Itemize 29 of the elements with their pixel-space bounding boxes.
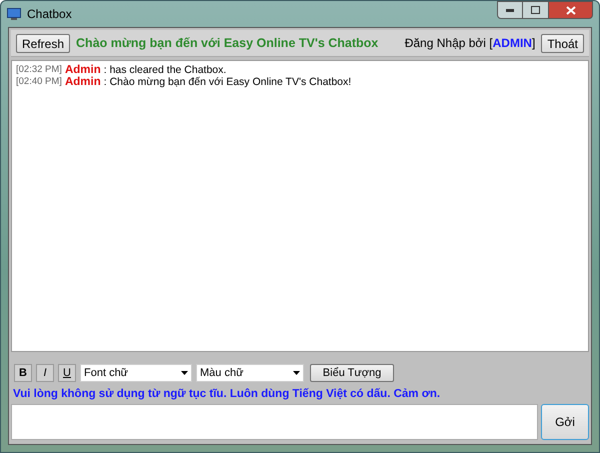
message-time: [02:40 PM] (16, 76, 62, 88)
message-user: Admin (64, 76, 101, 88)
close-icon (566, 6, 576, 14)
logout-button[interactable]: Thoát (541, 34, 584, 52)
maximize-button[interactable] (523, 1, 549, 19)
message-text: : has cleared the Chatbox. (104, 64, 226, 76)
dropdown[interactable]: Font chữ (80, 364, 192, 382)
login-status: Đăng Nhập bởi [ADMIN] (404, 35, 536, 52)
window-title: Chatbox (27, 6, 72, 23)
message-user: Admin (64, 64, 101, 76)
minimize-icon (506, 8, 514, 12)
welcome-text: Chào mừng bạn đến với Easy Online TV's Chatbox (76, 34, 378, 52)
caret-icon (293, 371, 300, 375)
close-button[interactable] (549, 1, 593, 19)
emoticon-button[interactable]: Biểu Tượng (310, 364, 394, 382)
maximize-icon (531, 6, 540, 14)
refresh-button[interactable]: Refresh (16, 34, 70, 52)
monitor-icon (7, 8, 21, 20)
format-button[interactable]: U (58, 364, 76, 382)
message-time: [02:32 PM] (16, 64, 62, 76)
caret-icon (181, 371, 188, 375)
format-button[interactable]: B (14, 364, 32, 382)
notice-text: Vui lòng không sử dụng từ ngữ tục tĩu. Luôn dùng Tiếng Việt có dấu. Cảm ơn. (12, 387, 442, 402)
dropdown[interactable]: Màu chữ (196, 364, 304, 382)
minimize-button[interactable] (497, 1, 523, 19)
message-text: : Chào mừng bạn đến với Easy Online TV's Chatbox! (104, 76, 352, 88)
format-button[interactable]: I (36, 364, 54, 382)
message-input[interactable] (11, 404, 538, 440)
send-button[interactable]: Gởi (541, 404, 589, 440)
